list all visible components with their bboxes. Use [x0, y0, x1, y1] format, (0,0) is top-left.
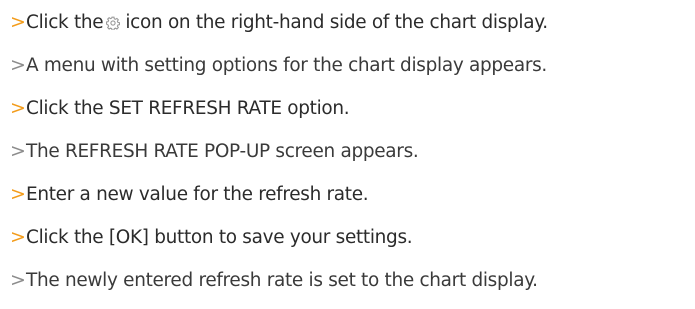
step-click-gear: >Click the icon on the right-hand side of… — [10, 6, 695, 49]
step-rate-set: >The newly entered refresh rate is set t… — [10, 264, 695, 307]
gear-icon — [106, 9, 121, 41]
step-text-before: Click the — [26, 12, 104, 33]
instruction-steps: >Click the icon on the right-hand side of… — [10, 6, 695, 307]
step-text: Enter a new value for the refresh rate. — [26, 184, 369, 205]
step-click-ok: >Click the [OK] button to save your sett… — [10, 221, 695, 264]
step-popup-appears: >The REFRESH RATE POP-UP screen appears. — [10, 135, 695, 178]
step-click-refresh-option: >Click the SET REFRESH RATE option. — [10, 92, 695, 135]
result-marker: > — [10, 54, 26, 76]
result-marker: > — [10, 140, 26, 162]
step-menu-appears: >A menu with setting options for the cha… — [10, 49, 695, 92]
step-text-after: icon on the right-hand side of the chart… — [125, 12, 548, 33]
step-text: The newly entered refresh rate is set to… — [26, 270, 538, 291]
step-text: The REFRESH RATE POP-UP screen appears. — [26, 141, 419, 162]
step-text: Click the SET REFRESH RATE option. — [26, 98, 350, 119]
step-text: Click the [OK] button to save your setti… — [26, 227, 413, 248]
result-marker: > — [10, 269, 26, 291]
action-marker: > — [10, 183, 26, 205]
action-marker: > — [10, 11, 26, 33]
action-marker: > — [10, 97, 26, 119]
action-marker: > — [10, 226, 26, 248]
step-enter-value: >Enter a new value for the refresh rate. — [10, 178, 695, 221]
step-text: A menu with setting options for the char… — [26, 55, 547, 76]
